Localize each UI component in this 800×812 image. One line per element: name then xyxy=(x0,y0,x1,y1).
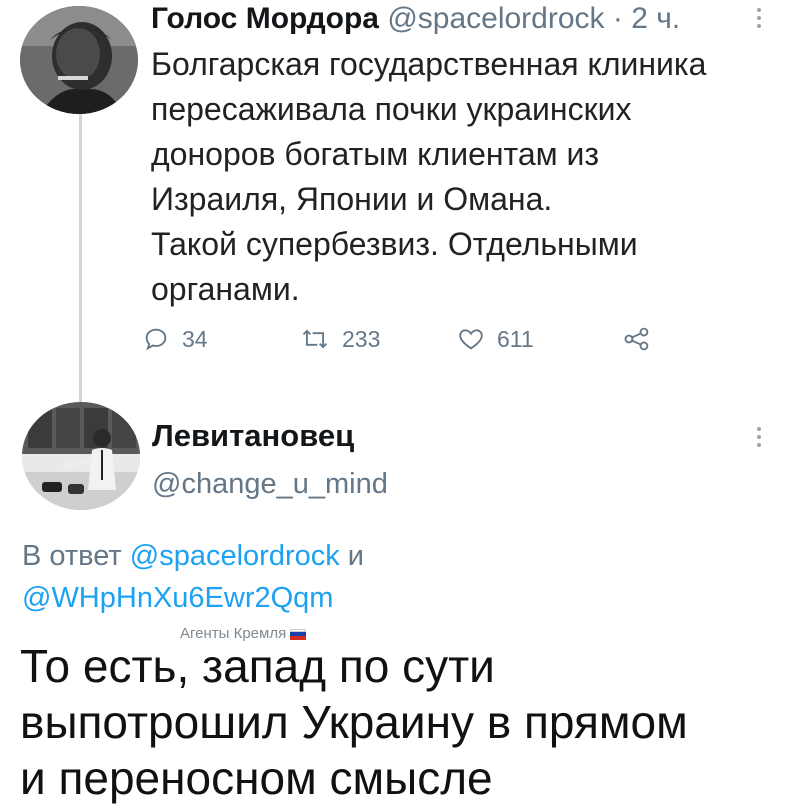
reply-icon xyxy=(145,328,167,351)
share-icon xyxy=(624,327,649,351)
more-vertical-icon[interactable] xyxy=(757,8,763,32)
avatar-levitanovets[interactable] xyxy=(22,402,140,510)
reply-to-prefix: В ответ xyxy=(22,540,122,572)
retweet-icon xyxy=(302,329,328,349)
tweet1-author-name[interactable]: Голос Мордора xyxy=(151,2,379,35)
tweet2-text-line: выпотрошил Украину в прямом xyxy=(20,696,688,748)
tweet2-author-name[interactable]: Левитановец xyxy=(152,417,354,455)
more-vertical-icon[interactable] xyxy=(757,427,763,451)
tweet1-text-line: Болгарская государственная клиника xyxy=(151,46,707,82)
reply-to-line: В ответ @spacelordrock и @WHpHnXu6Ewr2Qq… xyxy=(22,535,762,619)
tweet2-text: То есть, запад по сути выпотрошил Украин… xyxy=(20,638,790,806)
tweet1-action-bar: 34 233 611 xyxy=(142,325,702,365)
like-count: 611 xyxy=(497,325,534,352)
tweet1-text-line: доноров богатым клиентам из xyxy=(151,136,600,172)
reply-count: 34 xyxy=(182,325,208,352)
tweet1-text: Болгарская государственная клиника перес… xyxy=(151,42,771,312)
share-button[interactable] xyxy=(622,325,664,353)
reply-to-mention-2[interactable]: @WHpHnXu6Ewr2Qqm xyxy=(22,582,333,614)
tweet1-author-handle[interactable]: @spacelordrock xyxy=(387,2,604,35)
tweet1-text-line: Израиля, Японии и Омана. xyxy=(151,181,553,217)
reply-button[interactable]: 34 xyxy=(142,325,208,353)
tweet1-text-line: органами. xyxy=(151,271,300,307)
tweet2-author-handle[interactable]: @change_u_mind xyxy=(152,466,388,502)
tweet1-text-line: Такой супербезвиз. Отдельными xyxy=(151,226,638,262)
tweet1-text-line: пересаживала почки украинских xyxy=(151,91,632,127)
reply-to-joiner: и xyxy=(347,540,364,572)
retweet-count: 233 xyxy=(342,325,381,352)
tweet1-header: Голос Мордора @spacelordrock · 2 ч. xyxy=(151,0,680,38)
heart-icon xyxy=(459,329,483,350)
avatar-golos-mordora[interactable] xyxy=(20,6,138,114)
like-button[interactable]: 611 xyxy=(457,325,534,353)
retweet-button[interactable]: 233 xyxy=(300,325,380,353)
reply-to-mention-1[interactable]: @spacelordrock xyxy=(130,540,340,572)
tweet2-text-line: То есть, запад по сути xyxy=(20,640,495,692)
tweet2-text-line: и переносном смысле xyxy=(20,752,493,804)
thread-connector-line xyxy=(79,112,82,402)
tweet2-author-name-text: Левитановец xyxy=(152,418,355,453)
tweet1-timestamp[interactable]: · 2 ч. xyxy=(613,2,680,35)
